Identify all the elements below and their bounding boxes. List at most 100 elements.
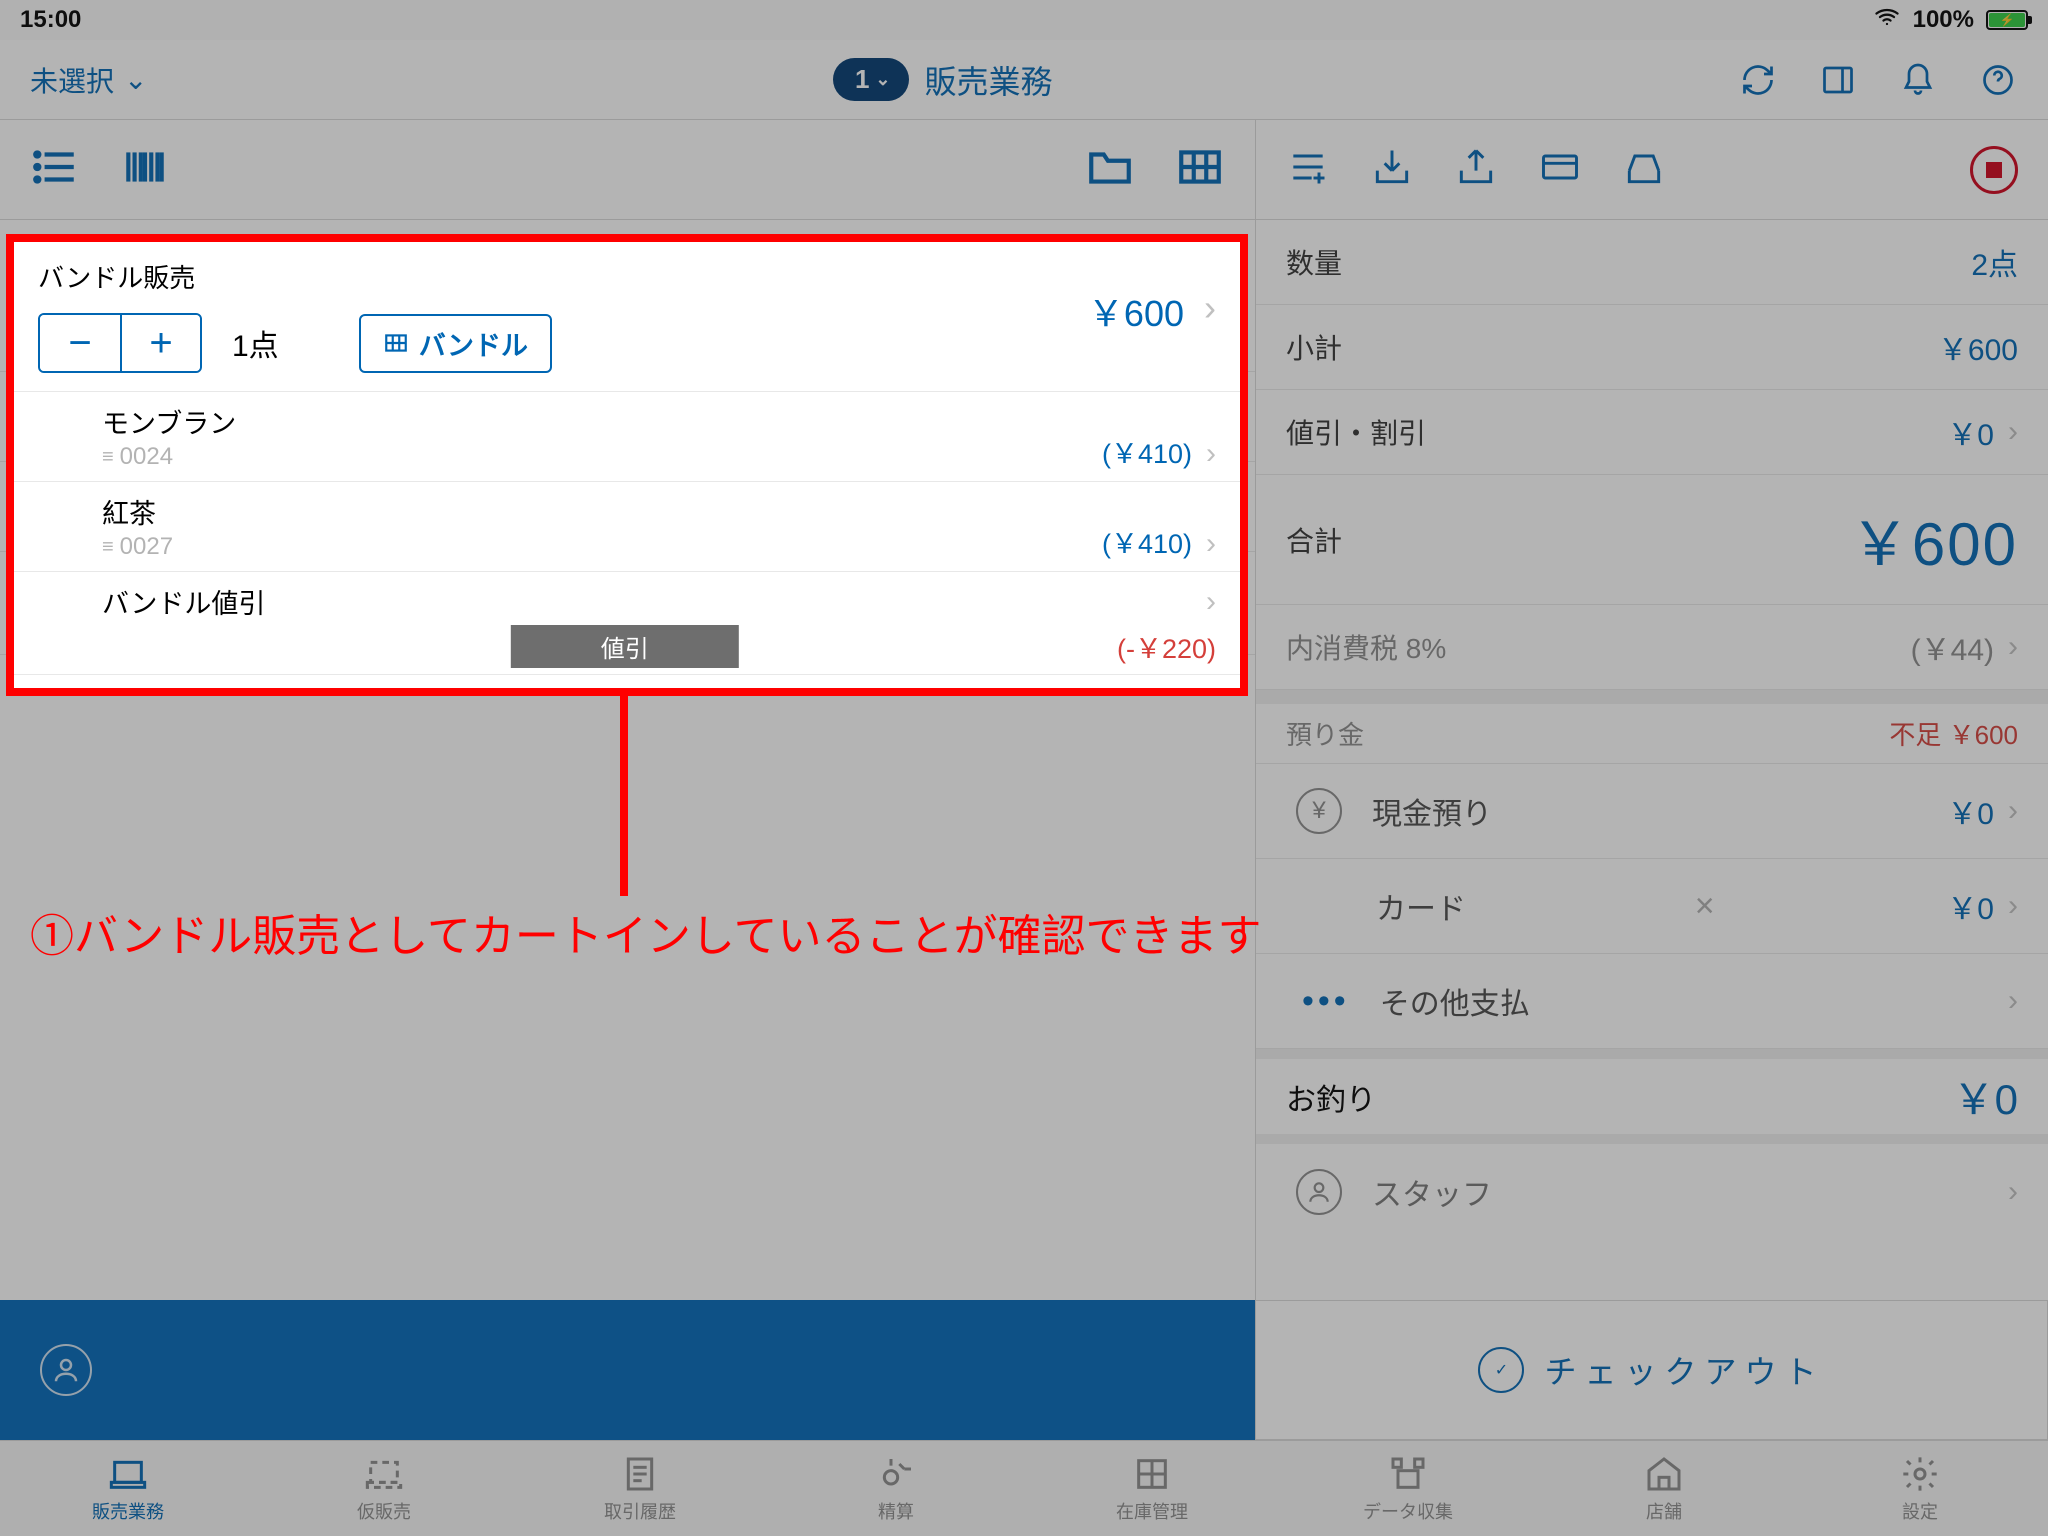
top-nav: 未選択 ⌄ 1 ⌄ 販売業務 bbox=[0, 40, 2048, 120]
tab-label: 設定 bbox=[1902, 1498, 1938, 1524]
tab-label: 店舗 bbox=[1646, 1498, 1682, 1524]
status-bar: 15:00 100% bbox=[0, 0, 2048, 40]
bottom-tab-bar: 販売業務 仮販売 取引履歴 精算 在庫管理 データ収集 店舗 設定 bbox=[0, 1440, 2048, 1536]
tab-provisional[interactable]: 仮販売 bbox=[256, 1441, 512, 1536]
tab-store[interactable]: 店舗 bbox=[1536, 1441, 1792, 1536]
summary-value: ￥600 bbox=[1850, 496, 2018, 583]
clear-icon[interactable]: × bbox=[1695, 887, 1715, 926]
user-icon bbox=[40, 1344, 92, 1396]
stop-button[interactable] bbox=[1970, 146, 2018, 194]
bundle-row[interactable]: −+ 1点 バンドル ￥600 › bbox=[12, 303, 1242, 392]
qty-minus-button[interactable]: − bbox=[40, 315, 120, 371]
bundle-badge[interactable]: バンドル bbox=[359, 314, 552, 373]
more-icon: ••• bbox=[1302, 982, 1350, 1021]
mode-selector[interactable]: 未選択 ⌄ bbox=[30, 60, 147, 100]
card-icon[interactable] bbox=[1538, 145, 1582, 194]
summary-subtotal-row: 小計 ￥600 bbox=[1256, 305, 2048, 390]
register-number: 1 bbox=[855, 64, 869, 95]
pay-label: カード bbox=[1376, 884, 1466, 928]
folder-icon[interactable] bbox=[1085, 142, 1135, 197]
tab-settings[interactable]: 設定 bbox=[1792, 1441, 2048, 1536]
wifi-icon bbox=[1873, 3, 1901, 38]
inbox-out-icon[interactable] bbox=[1454, 145, 1498, 194]
section-label: 預り金 bbox=[1286, 715, 1364, 752]
tab-label: 仮販売 bbox=[357, 1498, 411, 1524]
summary-total-row: 合計 ￥600 bbox=[1256, 475, 2048, 605]
tab-label: 販売業務 bbox=[92, 1498, 164, 1524]
tab-sales[interactable]: 販売業務 bbox=[0, 1441, 256, 1536]
summary-discount-row[interactable]: 値引・割引 ￥0 › bbox=[1256, 390, 2048, 475]
mode-selector-label: 未選択 bbox=[30, 60, 114, 100]
tab-history[interactable]: 取引履歴 bbox=[512, 1441, 768, 1536]
register-pill[interactable]: 1 ⌄ bbox=[833, 58, 909, 101]
tab-label: 精算 bbox=[878, 1498, 914, 1524]
tab-inventory[interactable]: 在庫管理 bbox=[1024, 1441, 1280, 1536]
bell-icon[interactable] bbox=[1898, 60, 1938, 100]
summary-label: 内消費税 8% bbox=[1286, 627, 1446, 667]
card-row[interactable]: カード × ￥0 › bbox=[1256, 859, 2048, 954]
pay-value: ￥0 bbox=[1947, 884, 1994, 928]
tab-label: データ収集 bbox=[1363, 1498, 1453, 1524]
cart-toolbar bbox=[0, 120, 1255, 220]
summary-value: ￥600 bbox=[1938, 325, 2018, 369]
summary-label: 小計 bbox=[1286, 327, 1342, 367]
cash-row[interactable]: ¥ 現金預り ￥0 › bbox=[1256, 764, 2048, 859]
staff-row[interactable]: スタッフ › bbox=[1256, 1144, 2048, 1239]
pay-label: 現金預り bbox=[1372, 789, 1492, 833]
bundle-discount-row[interactable]: バンドル値引› 値引(-￥220) bbox=[12, 572, 1242, 675]
person-icon bbox=[1296, 1169, 1342, 1215]
refresh-icon[interactable] bbox=[1738, 60, 1778, 100]
bundle-price: ￥600 bbox=[1088, 285, 1184, 337]
chevron-right-icon: › bbox=[2008, 415, 2018, 449]
summary-value: (￥44) bbox=[1911, 625, 1994, 669]
summary-label: 値引・割引 bbox=[1286, 412, 1426, 452]
chevron-right-icon: › bbox=[2008, 1175, 2018, 1209]
yen-icon: ¥ bbox=[1296, 788, 1342, 834]
chevron-right-icon: › bbox=[2008, 794, 2018, 828]
summary-toolbar bbox=[1256, 120, 2048, 220]
tab-data[interactable]: データ収集 bbox=[1280, 1441, 1536, 1536]
cart-item-row[interactable]: モンブラン0024 (￥410)› bbox=[12, 392, 1242, 482]
summary-value: ￥0 bbox=[1947, 410, 1994, 454]
summary-pane: 数量 2点 小計 ￥600 値引・割引 ￥0 › 合計 ￥600 内消費税 8%… bbox=[1255, 120, 2048, 1440]
grid-icon[interactable] bbox=[1175, 142, 1225, 197]
deposit-header-row: 預り金 不足 ￥600 bbox=[1256, 704, 2048, 764]
inbox-in-icon[interactable] bbox=[1370, 145, 1414, 194]
checkout-button[interactable]: ✓ チェックアウト bbox=[1255, 1300, 2048, 1440]
change-value: ￥0 bbox=[1953, 1066, 2018, 1127]
drawer-icon[interactable] bbox=[1622, 145, 1666, 194]
chevron-right-icon: › bbox=[2008, 630, 2018, 664]
barcode-icon[interactable] bbox=[120, 142, 170, 197]
page-title: 販売業務 bbox=[925, 57, 1053, 103]
customer-button[interactable] bbox=[0, 1300, 1255, 1440]
check-icon: ✓ bbox=[1478, 1347, 1524, 1393]
summary-value: 2点 bbox=[1971, 240, 2018, 284]
summary-tax-row[interactable]: 内消費税 8% (￥44) › bbox=[1256, 605, 2048, 690]
summary-label: 数量 bbox=[1286, 242, 1342, 282]
checkout-bar: ✓ チェックアウト bbox=[0, 1300, 2048, 1440]
battery-icon bbox=[1986, 10, 2028, 30]
qty-text: 1点 bbox=[232, 321, 279, 365]
status-time: 15:00 bbox=[20, 6, 81, 34]
tab-label: 在庫管理 bbox=[1116, 1498, 1188, 1524]
list-view-icon[interactable] bbox=[30, 142, 80, 197]
checkout-label: チェックアウト bbox=[1544, 1347, 1824, 1393]
help-icon[interactable] bbox=[1978, 60, 2018, 100]
cart-item-row[interactable]: 紅茶0027 (￥410)› bbox=[12, 482, 1242, 572]
menu-add-icon[interactable] bbox=[1286, 145, 1330, 194]
summary-label: 合計 bbox=[1286, 520, 1342, 560]
summary-qty-row: 数量 2点 bbox=[1256, 220, 2048, 305]
chevron-down-icon: ⌄ bbox=[875, 69, 890, 90]
other-pay-row[interactable]: ••• その他支払 › bbox=[1256, 954, 2048, 1049]
pay-label: その他支払 bbox=[1380, 979, 1530, 1023]
chevron-down-icon: ⌄ bbox=[124, 63, 147, 96]
qty-plus-button[interactable]: + bbox=[120, 315, 200, 371]
tab-settlement[interactable]: 精算 bbox=[768, 1441, 1024, 1536]
chevron-right-icon: › bbox=[1204, 287, 1216, 329]
chevron-right-icon: › bbox=[2008, 984, 2018, 1018]
battery-percent: 100% bbox=[1913, 6, 1974, 34]
shortage-label: 不足 ￥600 bbox=[1889, 715, 2018, 752]
layout-icon[interactable] bbox=[1818, 60, 1858, 100]
change-label: お釣り bbox=[1286, 1075, 1376, 1119]
tab-label: 取引履歴 bbox=[604, 1498, 676, 1524]
